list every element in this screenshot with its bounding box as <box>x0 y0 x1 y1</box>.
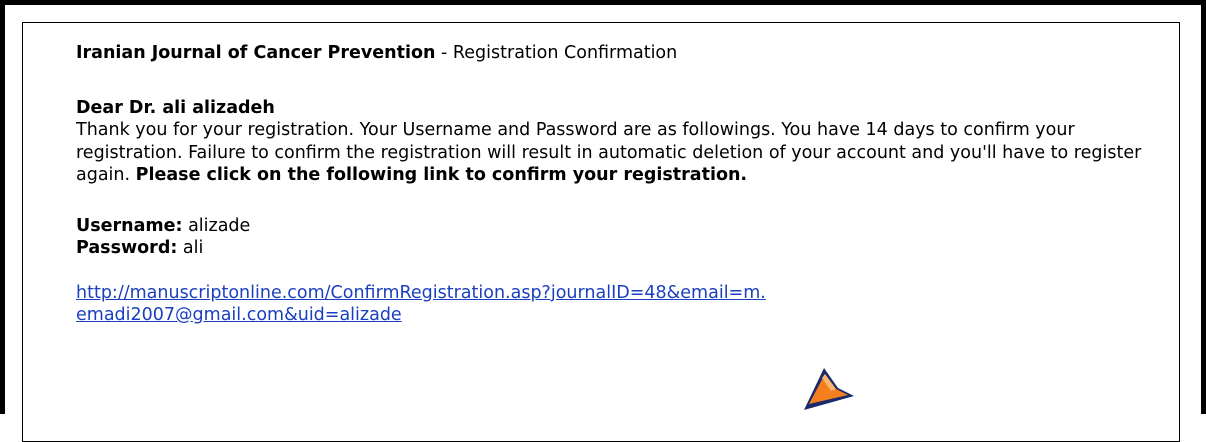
password-row: Password: ali <box>76 237 1146 260</box>
title-separator: - <box>435 43 453 63</box>
email-body-paragraph: Thank you for your registration. Your Us… <box>76 119 1146 187</box>
journal-name: Iranian Journal of Cancer Prevention <box>76 43 436 63</box>
password-value: ali <box>182 238 204 258</box>
confirmation-link[interactable]: http://manuscriptonline.com/ConfirmRegis… <box>76 283 766 326</box>
username-row: Username: alizade <box>76 215 1146 238</box>
credentials: Username: alizade Password: ali <box>76 215 1146 260</box>
body-emphasis: Please click on the following link to co… <box>135 165 748 185</box>
confirmation-link-block: http://manuscriptonline.com/ConfirmRegis… <box>76 282 1146 327</box>
email-title: Iranian Journal of Cancer Prevention - R… <box>76 42 1146 65</box>
link-line-2: emadi2007@gmail.com&uid=alizade <box>76 305 402 325</box>
password-label: Password: <box>76 238 178 258</box>
salutation: Dear Dr. ali alizadeh <box>76 97 275 118</box>
email-subject: Registration Confirmation <box>452 43 678 63</box>
username-value: alizade <box>188 215 251 236</box>
username-label: Username: <box>76 215 183 236</box>
link-line-1: http://manuscriptonline.com/ConfirmRegis… <box>76 282 766 303</box>
email-content: Iranian Journal of Cancer Prevention - R… <box>76 42 1146 327</box>
pointer-cursor-icon <box>804 368 854 410</box>
